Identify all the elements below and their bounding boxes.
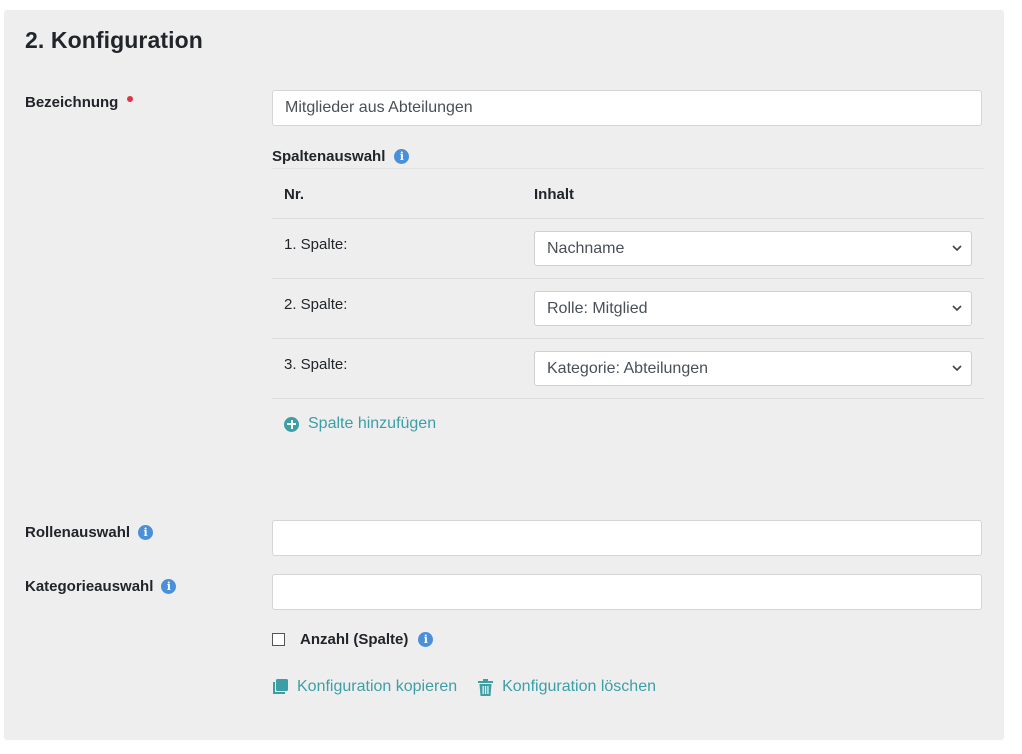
select-value: Kategorie: Abteilungen xyxy=(547,359,709,377)
table-end-divider xyxy=(272,398,984,399)
add-column-label: Spalte hinzufügen xyxy=(308,415,437,432)
column-selection-heading-text: Spaltenauswahl xyxy=(272,148,386,165)
bezeichnung-label-text: Bezeichnung xyxy=(25,94,119,111)
configuration-actions: Konfiguration kopieren Konfiguration lös… xyxy=(272,678,656,696)
bezeichnung-label: Bezeichnung xyxy=(25,94,134,111)
column-number: 1. Spalte: xyxy=(284,236,348,253)
header-nr: Nr. xyxy=(284,186,305,203)
configuration-card: 2. Konfiguration Bezeichnung Spaltenausw… xyxy=(4,10,1004,740)
kategorieauswahl-label-text: Kategorieauswahl xyxy=(25,578,154,595)
info-icon[interactable]: i xyxy=(394,149,410,164)
column-table: Nr. Inhalt 1. Spalte: Nachname 2. Spalte… xyxy=(272,168,984,399)
plus-circle-icon xyxy=(284,416,299,432)
count-option-row: Anzahl (Spalte) i xyxy=(272,631,434,648)
table-row: 2. Spalte: Rolle: Mitglied xyxy=(272,278,984,338)
chevron-down-icon xyxy=(952,365,962,372)
trash-icon xyxy=(478,678,494,696)
required-indicator xyxy=(127,95,134,102)
select-value: Nachname xyxy=(547,239,625,257)
column-content-select[interactable]: Rolle: Mitglied xyxy=(534,291,972,326)
table-row: 1. Spalte: Nachname xyxy=(272,218,984,278)
select-value: Rolle: Mitglied xyxy=(547,299,648,317)
info-icon[interactable]: i xyxy=(418,632,434,647)
copy-configuration-label: Konfiguration kopieren xyxy=(297,678,458,695)
info-icon[interactable]: i xyxy=(138,525,154,540)
header-inhalt: Inhalt xyxy=(534,186,574,203)
column-content-select[interactable]: Nachname xyxy=(534,231,972,266)
column-selection-heading: Spaltenauswahl i xyxy=(272,148,410,165)
copy-icon xyxy=(273,679,288,694)
delete-configuration-label: Konfiguration löschen xyxy=(502,678,656,695)
kategorieauswahl-label: Kategorieauswahl i xyxy=(25,578,177,595)
count-option-label[interactable]: Anzahl (Spalte) xyxy=(300,631,408,648)
card-title: 2. Konfiguration xyxy=(25,27,203,53)
chevron-down-icon xyxy=(952,305,962,312)
count-checkbox[interactable] xyxy=(272,633,285,646)
rollenauswahl-label-text: Rollenauswahl xyxy=(25,524,131,541)
rollenauswahl-input[interactable] xyxy=(272,520,982,556)
chevron-down-icon xyxy=(952,245,962,252)
info-icon[interactable]: i xyxy=(161,579,177,594)
kategorieauswahl-input[interactable] xyxy=(272,574,982,610)
delete-configuration-button[interactable]: Konfiguration löschen xyxy=(478,678,656,696)
column-content-select[interactable]: Kategorie: Abteilungen xyxy=(534,351,972,386)
copy-configuration-button[interactable]: Konfiguration kopieren xyxy=(272,678,457,696)
table-header-row: Nr. Inhalt xyxy=(272,168,984,218)
add-column-button[interactable]: Spalte hinzufügen xyxy=(284,415,436,433)
column-number: 3. Spalte: xyxy=(284,356,348,373)
bezeichnung-input[interactable] xyxy=(272,90,982,126)
column-number: 2. Spalte: xyxy=(284,296,348,313)
table-row: 3. Spalte: Kategorie: Abteilungen xyxy=(272,338,984,398)
rollenauswahl-label: Rollenauswahl i xyxy=(25,524,154,541)
